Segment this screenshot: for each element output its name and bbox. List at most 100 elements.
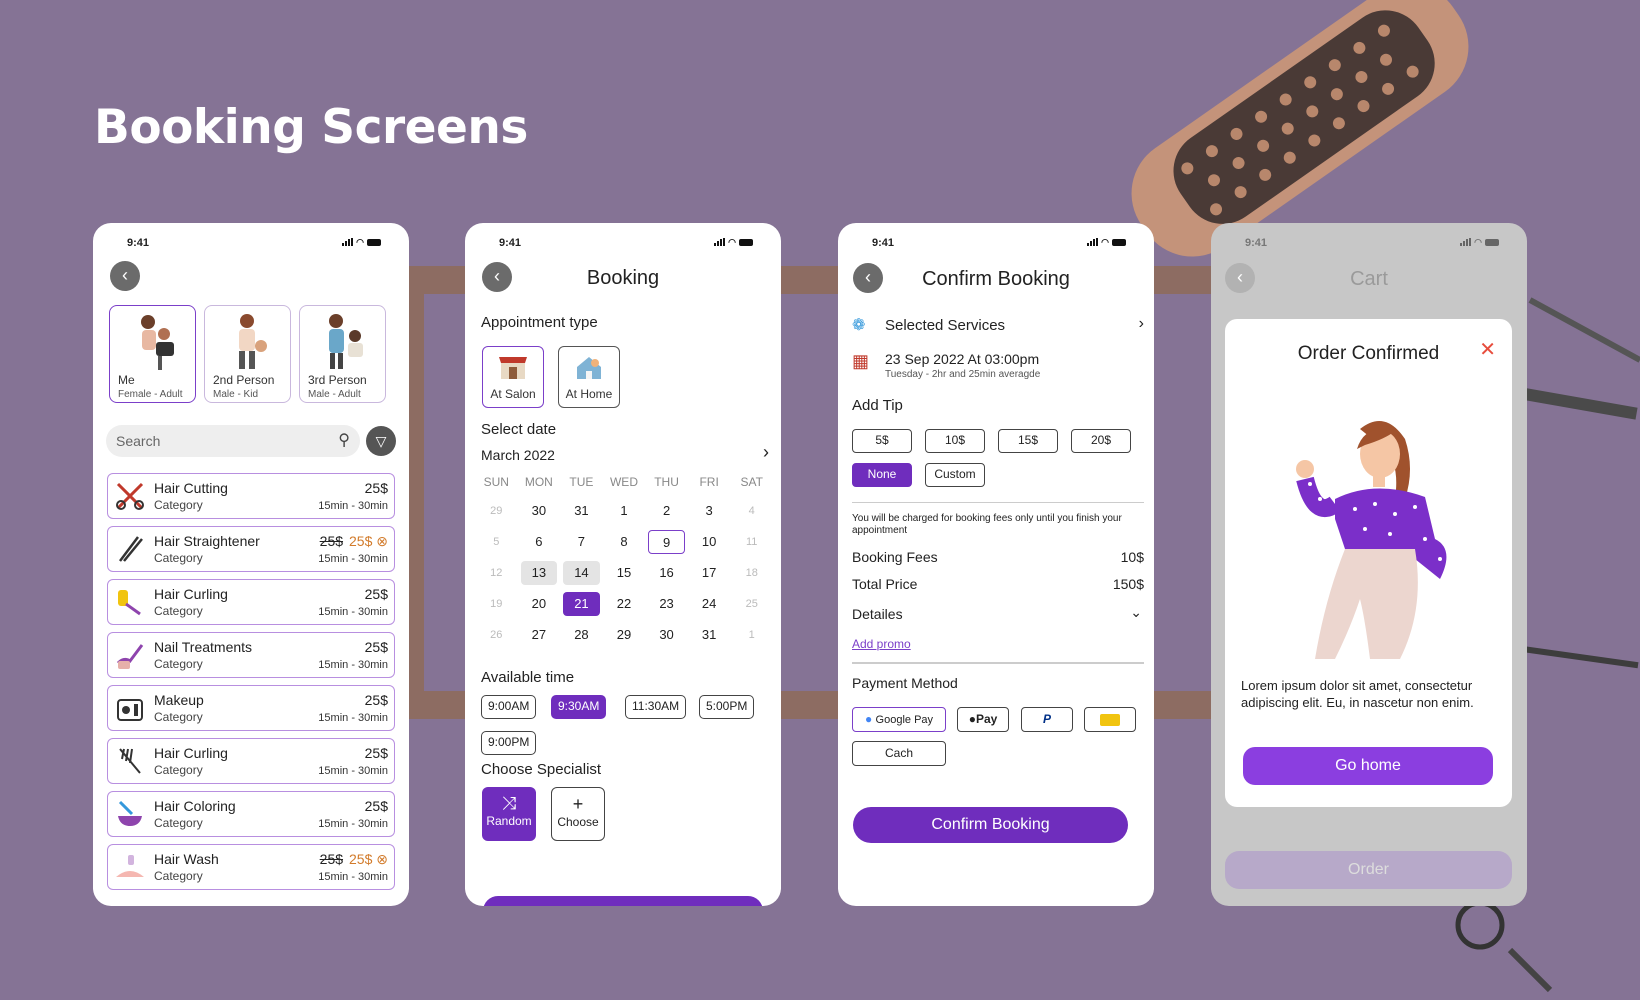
service-item[interactable]: Makeup Category 25$ 15min - 30min [107,685,395,731]
search-input[interactable]: Search ⚲ [106,425,360,457]
calendar-day[interactable]: 12 [478,561,515,585]
calendar-day[interactable]: 8 [606,530,643,554]
calendar-day[interactable]: 29 [606,623,643,647]
calendar-icon: ▦ [852,351,870,371]
calendar-day[interactable]: 2 [648,499,685,523]
service-item[interactable]: Hair Curling Category 25$ 15min - 30min [107,738,395,784]
paypal-option[interactable]: P [1021,707,1073,732]
calendar-day[interactable]: 1 [606,499,643,523]
go-home-button[interactable]: Go home [1243,747,1493,785]
random-specialist-button[interactable]: ⤨ Random [482,787,536,841]
calendar-day[interactable]: 28 [563,623,600,647]
person-card-2[interactable]: 2nd Person Male - Kid [204,305,291,403]
continue-button[interactable] [483,896,763,906]
calendar-day-unavailable[interactable]: 13 [520,561,558,585]
card-option[interactable] [1084,707,1136,732]
nail-polish-icon [116,644,144,669]
calendar-day[interactable]: 30 [521,499,558,523]
discount-price: 25$ [349,533,373,549]
time-slot[interactable]: 9:00PM [481,731,537,755]
order-button[interactable]: Order [1225,851,1512,889]
service-item[interactable]: Hair Wash Category 25$ 25$ ⊗ 15min - 30mi… [107,844,395,890]
calendar-day[interactable]: 7 [563,530,600,554]
person-card-3[interactable]: 3rd Person Male - Adult [299,305,386,403]
signal-icon [342,238,354,246]
calendar-day-unavailable[interactable]: 14 [563,561,600,585]
calendar-day[interactable]: 16 [648,561,685,585]
calendar-day[interactable]: 10 [691,530,728,554]
service-category: Category [154,869,203,883]
apple-pay-option[interactable]: ●Pay [957,707,1009,732]
calendar-day[interactable]: 3 [691,499,728,523]
selected-services-row[interactable]: ❁ Selected Services › [852,315,1144,337]
tip-option[interactable]: 10$ [925,429,985,453]
status-time: 9:41 [127,237,150,249]
person-illustration [329,314,363,369]
calendar-day[interactable]: 26 [478,623,515,647]
makeup-icon [117,699,143,721]
at-salon-option[interactable]: At Salon [482,346,544,408]
calendar-day[interactable]: 23 [648,592,685,616]
confirm-booking-button[interactable]: Confirm Booking [853,807,1128,843]
at-home-option[interactable]: At Home [558,346,620,408]
next-month-button[interactable]: › [763,442,769,463]
calendar-day[interactable]: 17 [691,561,728,585]
service-item[interactable]: Hair Cutting Category 25$ 15min - 30min [107,473,395,519]
selected-services-label: Selected Services [885,317,1006,334]
battery-icon [1112,239,1126,246]
service-category: Category [154,551,203,565]
calendar-day[interactable]: 15 [606,561,643,585]
tip-option[interactable]: Custom [925,463,985,487]
close-button[interactable]: ✕ [1479,337,1496,362]
calendar-day[interactable]: 1 [733,623,770,647]
calendar-day-selected[interactable]: 21 [563,592,600,616]
calendar-day[interactable]: 30 [648,623,685,647]
back-button[interactable]: ‹ [110,261,140,291]
service-price-group: 25$ 25$ ⊗ [320,851,388,868]
available-time-label: Available time [481,669,575,686]
calendar-day[interactable]: 29 [478,499,515,523]
calendar-day-today[interactable]: 9 [648,530,685,554]
calendar-day[interactable]: 27 [521,623,558,647]
weekday: SAT [740,475,763,489]
add-tip-label: Add Tip [852,397,903,414]
wifi-icon: ◠ [1474,237,1482,247]
choose-specialist-button[interactable]: + Choose [551,787,605,841]
service-item[interactable]: Hair Straightener Category 25$ 25$ ⊗ 15mi… [107,526,395,572]
calendar-day[interactable]: 4 [733,499,770,523]
cash-option[interactable]: Cach [852,741,946,766]
service-item[interactable]: Hair Curling Category 25$ 15min - 30min [107,579,395,625]
tip-option[interactable]: 20$ [1071,429,1131,453]
calendar-day[interactable]: 31 [563,499,600,523]
time-slot[interactable]: 5:00PM [699,695,755,719]
calendar-day[interactable]: 31 [691,623,728,647]
calendar-day[interactable]: 18 [733,561,770,585]
service-item[interactable]: Hair Coloring Category 25$ 15min - 30min [107,791,395,837]
calendar-day[interactable]: 24 [691,592,728,616]
calendar-day[interactable]: 5 [478,530,515,554]
calendar-day[interactable]: 25 [733,592,770,616]
divider [852,662,1144,664]
weekday: THU [654,475,679,489]
time-slot[interactable]: 9:00AM [481,695,537,719]
details-toggle[interactable]: Detailes ⌄ [852,604,1144,624]
calendar-day[interactable]: 11 [733,530,770,554]
tip-option[interactable]: 5$ [852,429,912,453]
filter-button[interactable]: ▽ [366,426,396,456]
time-slot[interactable]: 11:30AM [625,695,687,719]
credit-card-icon [1100,713,1120,726]
time-slot-selected[interactable]: 9:30AM [551,695,607,719]
tip-option[interactable]: 15$ [998,429,1058,453]
calendar-day[interactable]: 22 [606,592,643,616]
calendar-day[interactable]: 6 [521,530,558,554]
calendar-day[interactable]: 20 [521,592,558,616]
service-duration: 15min - 30min [318,553,388,565]
tip-option-selected[interactable]: None [852,463,912,487]
calendar-day[interactable]: 19 [478,592,515,616]
google-pay-option[interactable]: ● Google Pay [852,707,946,732]
page-title: Booking Screens [94,100,528,155]
add-promo-link[interactable]: Add promo [852,637,1144,651]
service-item[interactable]: Nail Treatments Category 25$ 15min - 30m… [107,632,395,678]
person-card-me[interactable]: Me Female - Adult [109,305,196,403]
status-bar: 9:41 ◠ [93,233,409,253]
